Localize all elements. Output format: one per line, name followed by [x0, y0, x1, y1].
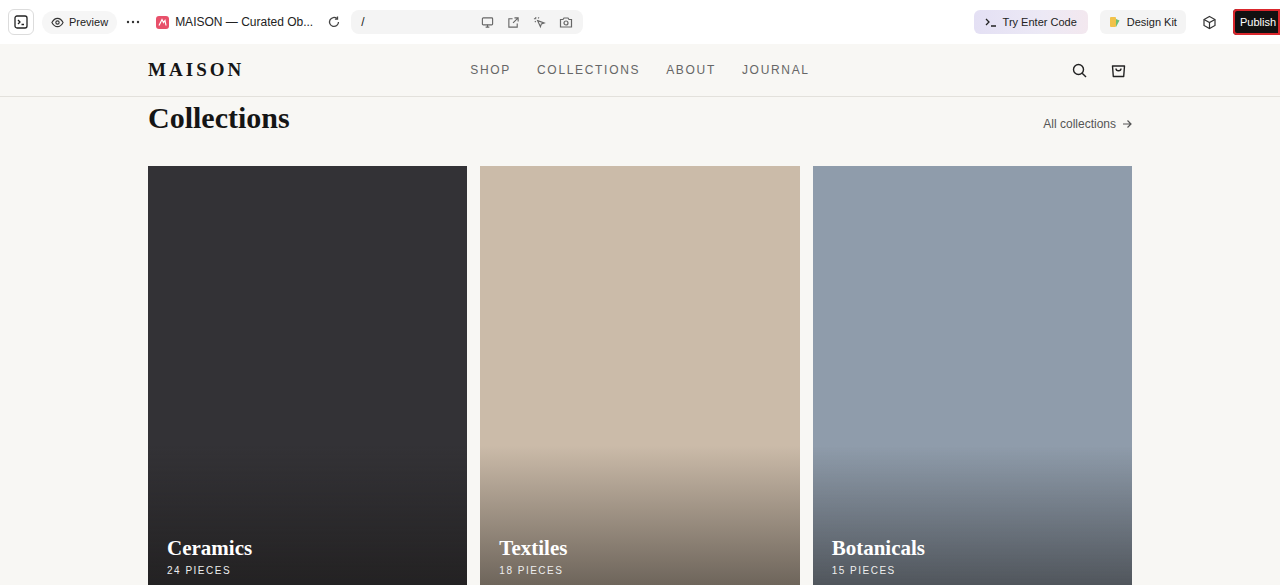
logo[interactable]: MAISON [148, 59, 470, 81]
try-code-button[interactable]: Try Enter Code [974, 10, 1088, 34]
bag-icon[interactable] [1111, 62, 1126, 78]
search-icon[interactable] [1072, 63, 1087, 78]
collection-card[interactable]: Textiles 18 PIECES [480, 166, 799, 585]
nav-link[interactable]: COLLECTIONS [537, 63, 640, 77]
collection-name: Textiles [499, 535, 780, 561]
project-title[interactable]: MAISON — Curated Ob... [156, 15, 313, 29]
desktop-icon[interactable] [481, 16, 494, 29]
collection-name: Botanicals [832, 535, 1113, 561]
collection-count: 24 PIECES [167, 565, 448, 576]
site-preview: MAISONSHOP COLLECTIONS ABOUT JOURNAL Collect… [0, 44, 1280, 585]
package-icon [1202, 15, 1217, 30]
palette-icon [1109, 16, 1121, 28]
collection-count: 18 PIECES [499, 565, 780, 576]
favicon-icon [156, 16, 169, 29]
package-button[interactable] [1198, 11, 1221, 34]
design-kit-button[interactable]: Design Kit [1100, 10, 1186, 34]
arrow-right-icon [1122, 119, 1132, 129]
page: Preview MAISON — Curated Ob... / Try Enter … [0, 0, 1280, 585]
site-nav: MAISONSHOP COLLECTIONS ABOUT JOURNAL [0, 44, 1280, 97]
section-title: Collections [148, 97, 290, 139]
all-collections-link[interactable]: All collections [1043, 117, 1132, 131]
cursor-sparkle-icon[interactable] [533, 16, 546, 29]
collection-count: 15 PIECES [832, 565, 1113, 576]
external-link-icon[interactable] [507, 16, 520, 29]
collection-card[interactable]: Ceramics 24 PIECES [148, 166, 467, 585]
eye-icon [51, 16, 64, 29]
preview-button[interactable]: Preview [42, 11, 117, 34]
nav-link[interactable]: SHOP [470, 63, 511, 77]
more-dots-icon [126, 20, 140, 24]
collection-name: Ceramics [167, 535, 448, 561]
prompt-icon [985, 17, 997, 28]
editor-toolbar: Preview MAISON — Curated Ob... / Try Enter … [0, 0, 1280, 44]
publish-button[interactable]: Publish [1233, 9, 1280, 35]
terminal-icon [14, 15, 28, 29]
camera-icon[interactable] [559, 16, 573, 29]
collection-card[interactable]: Botanicals 15 PIECES [813, 166, 1132, 585]
more-button[interactable] [122, 16, 144, 28]
sidebar-toggle-button[interactable] [8, 9, 34, 35]
url-field[interactable]: / [351, 10, 583, 34]
nav-link[interactable]: ABOUT [666, 63, 716, 77]
refresh-icon [327, 15, 341, 29]
nav-link[interactable]: JOURNAL [742, 63, 810, 77]
collections-section: Collections All collections Ceramics 24 PIE… [148, 97, 1132, 585]
refresh-button[interactable] [323, 11, 345, 33]
